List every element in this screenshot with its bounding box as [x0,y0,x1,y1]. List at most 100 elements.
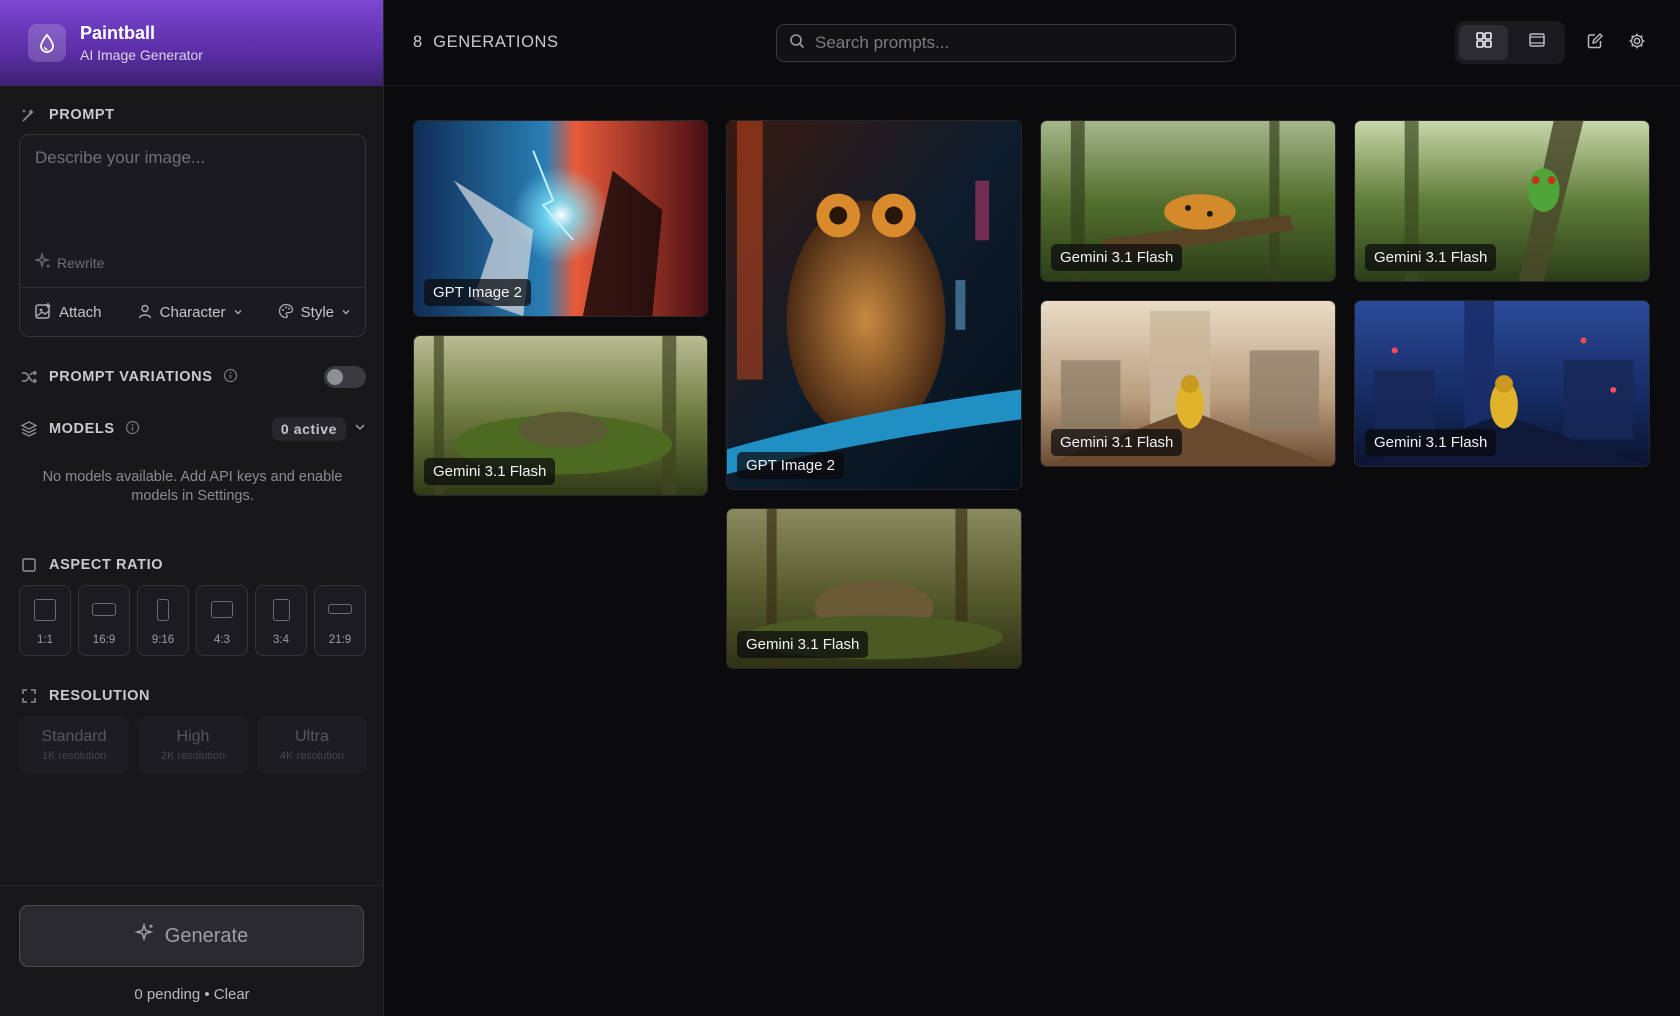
chevron-down-icon [341,304,351,321]
edit-button[interactable] [1582,30,1608,56]
brand-title: Paintball [80,23,156,43]
gallery-card[interactable]: Gemini 3.1 Flash [1040,120,1336,282]
style-label: Style [300,304,334,321]
sidebar: Paintball AI Image Generator PROMPT Rewr… [0,0,384,1016]
ratio-wide-icon [92,603,116,616]
gallery-card[interactable]: Gemini 3.1 Flash [1354,120,1650,282]
ratio-portrait-icon [272,599,290,621]
ratio-option-21-9[interactable]: 21:9 [314,585,366,656]
paint-drop-icon [28,24,66,62]
gallery-card[interactable]: Gemini 3.1 Flash [726,508,1022,669]
resolution-standard[interactable]: Standard 1K resolution [19,716,129,774]
prompt-heading: PROMPT [0,103,134,127]
models-dropdown[interactable]: 0 active [271,417,366,441]
generations-label: GENERATIONS [433,33,559,51]
top-bar: 8 GENERATIONS [384,0,1680,86]
character-dropdown[interactable]: Character [137,303,243,323]
main-area: 8 GENERATIONS Search prompts... GPT Imag… [384,0,1680,1016]
shuffle-icon [19,367,39,387]
magic-wand-icon [19,105,39,125]
models-row: MODELS 0 active [0,417,384,441]
ratio-label: 3:4 [273,634,289,646]
generated-image [727,121,1021,489]
view-toggle-group [1455,21,1565,64]
attach-button[interactable]: Attach [34,302,102,324]
rewrite-label: Rewrite [57,254,105,271]
brand-subtitle: AI Image Generator [80,47,203,63]
ratio-option-4-3[interactable]: 4:3 [196,585,248,656]
square-icon [19,555,39,575]
aspect-ratio-options: 1:1 16:9 9:16 4:3 3:4 21:9 [19,585,366,656]
search-icon [789,33,805,54]
prompt-toolbar: Attach Character Style [20,287,365,337]
generate-button[interactable]: Generate [19,905,364,967]
gallery-card[interactable]: Gemini 3.1 Flash [1040,300,1336,467]
prompt-heading-label: PROMPT [49,107,115,123]
model-label: Gemini 3.1 Flash [737,631,869,658]
model-label: Gemini 3.1 Flash [1365,244,1497,271]
prompt-variations-row: PROMPT VARIATIONS [0,365,384,389]
resolution-title: Standard [41,728,107,745]
chevron-down-icon [354,421,366,437]
layers-icon [19,419,39,439]
resolution-heading: RESOLUTION [0,684,169,708]
ratio-landscape-icon [211,601,233,618]
ratio-label: 16:9 [92,634,116,646]
ratio-option-9-16[interactable]: 9:16 [137,585,189,656]
style-dropdown[interactable]: Style [278,303,351,323]
prompt-variations-label: PROMPT VARIATIONS [49,369,213,385]
chevron-down-icon [233,304,243,321]
grid-view-button[interactable] [1459,25,1508,60]
brand-header: Paintball AI Image Generator [0,0,383,86]
model-label: Gemini 3.1 Flash [1365,429,1497,456]
resolution-subtitle: 2K resolution [160,750,226,762]
gallery-card[interactable]: GPT Image 2 [726,120,1022,490]
gallery-card[interactable]: Gemini 3.1 Flash [413,335,708,496]
prompt-box: Rewrite Attach Character [19,134,366,337]
generate-label: Generate [164,924,249,947]
image-plus-icon [34,302,52,324]
model-label: Gemini 3.1 Flash [424,458,556,485]
model-label: Gemini 3.1 Flash [1051,244,1183,271]
resolution-label: RESOLUTION [49,688,151,704]
ratio-square-icon [34,599,56,621]
app-root: Paintball AI Image Generator PROMPT Rewr… [0,0,1680,1016]
pending-status[interactable]: 0 pending • Clear [0,986,384,1003]
prompt-variations-toggle[interactable] [324,366,366,388]
resolution-options: Standard 1K resolution High 2K resolutio… [19,716,367,774]
resolution-subtitle: 4K resolution [279,750,345,762]
panel-icon [1528,31,1546,54]
gallery-card[interactable]: Gemini 3.1 Flash [1354,300,1650,467]
search-bar [776,24,1236,62]
user-icon [137,303,153,323]
rewrite-button[interactable]: Rewrite [33,251,105,272]
ratio-option-16-9[interactable]: 16:9 [78,585,130,656]
ratio-ultrawide-icon [328,604,352,614]
attach-label: Attach [59,304,102,321]
info-icon[interactable] [223,368,238,387]
model-label: Gemini 3.1 Flash [1051,429,1183,456]
ratio-option-3-4[interactable]: 3:4 [255,585,307,656]
resolution-ultra[interactable]: Ultra 4K resolution [257,716,367,774]
palette-icon [278,303,294,323]
ratio-label: 4:3 [214,634,230,646]
aspect-ratio-label: ASPECT RATIO [49,557,164,573]
edit-icon [1586,32,1604,55]
resolution-high[interactable]: High 2K resolution [138,716,248,774]
ratio-tall-icon [157,599,169,621]
ratio-option-1-1[interactable]: 1:1 [19,585,71,656]
ratio-label: 9:16 [151,634,175,646]
sparkle-icon [33,251,51,272]
search-input[interactable] [815,33,1223,53]
gallery-card[interactable]: GPT Image 2 [413,120,708,317]
info-icon[interactable] [125,420,140,439]
single-view-button[interactable] [1512,25,1561,60]
fullscreen-icon [19,686,39,706]
models-label: MODELS [49,421,115,437]
resolution-title: Ultra [295,728,329,745]
generations-count: 8 GENERATIONS [413,33,559,52]
model-label: GPT Image 2 [424,279,531,306]
generations-number: 8 [413,33,423,51]
resolution-subtitle: 1K resolution [41,750,107,762]
settings-button[interactable] [1624,30,1650,56]
